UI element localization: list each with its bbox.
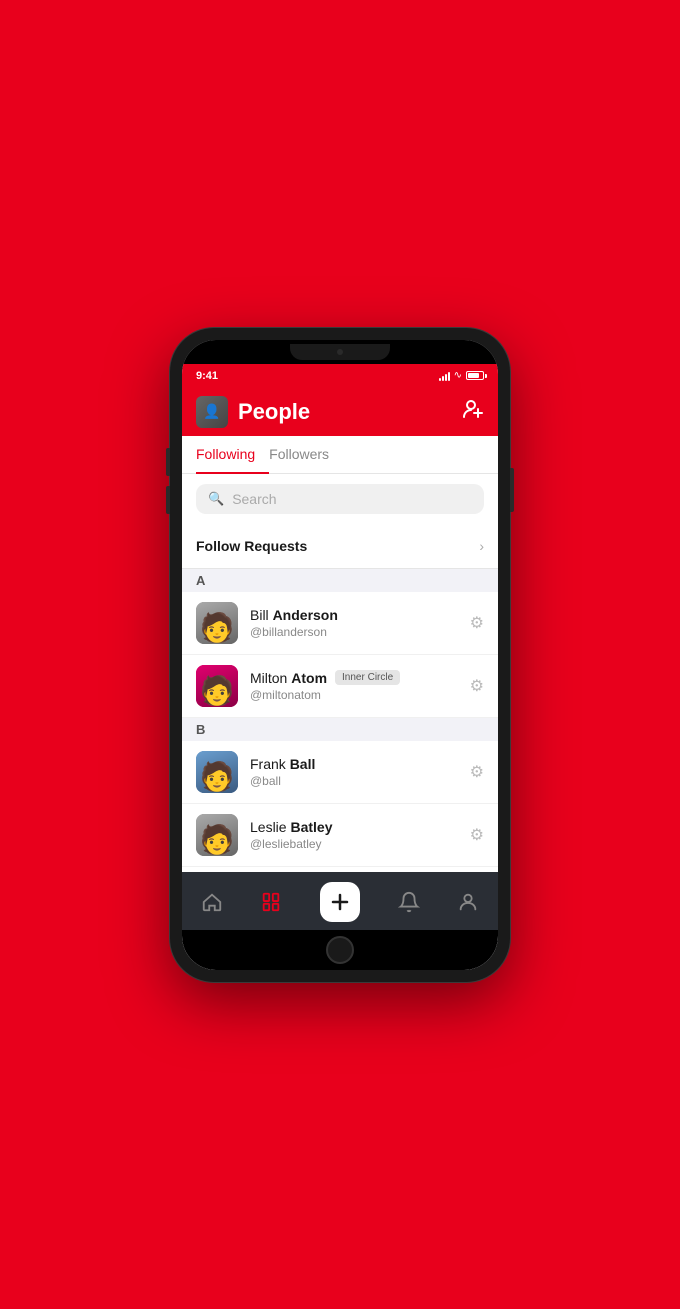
tab-following[interactable]: Following xyxy=(196,436,269,474)
nav-feed[interactable] xyxy=(260,891,282,913)
section-header-a: A xyxy=(182,569,498,592)
person-name-row: Frank Ball xyxy=(250,756,458,772)
avatar: 🧑 xyxy=(196,602,238,644)
person-name-row: Bill Anderson xyxy=(250,607,458,623)
search-icon: 🔍 xyxy=(208,491,224,507)
avatar-image: 🧑 xyxy=(196,665,238,707)
person-name: Frank Ball xyxy=(250,756,315,772)
avatar-image: 🧑 xyxy=(196,602,238,644)
gear-icon[interactable]: ⚙ xyxy=(470,613,484,633)
search-placeholder: Search xyxy=(232,491,276,507)
avatar-image: 👤 xyxy=(196,396,228,428)
person-name: Milton Atom xyxy=(250,670,327,686)
person-info: Leslie Batley @lesliebatley xyxy=(250,819,458,851)
battery-icon xyxy=(466,371,484,380)
status-icons: ∿ xyxy=(439,370,484,381)
nav-home[interactable] xyxy=(201,891,223,913)
tab-followers[interactable]: Followers xyxy=(269,436,343,474)
list-item: 🧑 Leslie Batley @lesliebatley ⚙ xyxy=(182,804,498,867)
avatar: 🧑 xyxy=(196,665,238,707)
notch xyxy=(290,344,390,360)
follow-requests-row[interactable]: Follow Requests › xyxy=(182,524,498,569)
person-info: Milton Atom Inner Circle @miltonatom xyxy=(250,670,458,702)
notch-area xyxy=(182,340,498,364)
phone-screen: 9:41 ∿ 👤 People xyxy=(182,340,498,970)
avatar-image: 🧑 xyxy=(196,751,238,793)
avatar-image: 🧑 xyxy=(196,814,238,856)
list-item: 🧑 Bill Anderson @billanderson ⚙ xyxy=(182,592,498,655)
person-handle: @miltonatom xyxy=(250,688,458,702)
person-handle: @lesliebatley xyxy=(250,837,458,851)
list-item: 🧑 Milton Atom Inner Circle @miltonatom ⚙ xyxy=(182,655,498,718)
main-content: Following Followers 🔍 Search Follow Requ… xyxy=(182,436,498,872)
avatar[interactable]: 👤 xyxy=(196,396,228,428)
power-button[interactable] xyxy=(510,468,514,512)
person-name-row: Milton Atom Inner Circle xyxy=(250,670,458,686)
wifi-icon: ∿ xyxy=(454,370,462,381)
camera-dot xyxy=(337,349,343,355)
home-button[interactable] xyxy=(326,936,354,964)
add-button[interactable] xyxy=(320,882,360,922)
vol-down-button[interactable] xyxy=(166,486,170,514)
search-container: 🔍 Search xyxy=(182,474,498,524)
phone-device: 9:41 ∿ 👤 People xyxy=(170,328,510,982)
vol-up-button[interactable] xyxy=(166,448,170,476)
person-name: Leslie Batley xyxy=(250,819,333,835)
nav-profile[interactable] xyxy=(457,891,479,913)
avatar: 🧑 xyxy=(196,814,238,856)
gear-icon[interactable]: ⚙ xyxy=(470,762,484,782)
bottom-nav xyxy=(182,872,498,930)
person-handle: @ball xyxy=(250,774,458,788)
app-header: 👤 People xyxy=(182,388,498,436)
person-handle: @billanderson xyxy=(250,625,458,639)
person-name-row: Leslie Batley xyxy=(250,819,458,835)
inner-circle-badge: Inner Circle xyxy=(335,670,400,685)
section-header-b: B xyxy=(182,718,498,741)
signal-icon xyxy=(439,371,450,381)
header-left: 👤 People xyxy=(196,396,310,428)
status-bar: 9:41 ∿ xyxy=(182,364,498,388)
list-item: 🧑 Frank Ball @ball ⚙ xyxy=(182,741,498,804)
battery-fill xyxy=(468,373,479,378)
home-button-area xyxy=(182,930,498,970)
nav-notifications[interactable] xyxy=(398,891,420,913)
person-info: Bill Anderson @billanderson xyxy=(250,607,458,639)
status-time: 9:41 xyxy=(196,370,218,382)
page-title: People xyxy=(238,399,310,425)
add-person-button[interactable] xyxy=(462,398,484,426)
tabs-bar: Following Followers xyxy=(182,436,498,474)
follow-requests-label: Follow Requests xyxy=(196,538,307,554)
search-bar[interactable]: 🔍 Search xyxy=(196,484,484,514)
person-info: Frank Ball @ball xyxy=(250,756,458,788)
chevron-right-icon: › xyxy=(479,538,484,554)
gear-icon[interactable]: ⚙ xyxy=(470,825,484,845)
nav-add[interactable] xyxy=(320,882,360,922)
person-name: Bill Anderson xyxy=(250,607,338,623)
gear-icon[interactable]: ⚙ xyxy=(470,676,484,696)
avatar: 🧑 xyxy=(196,751,238,793)
